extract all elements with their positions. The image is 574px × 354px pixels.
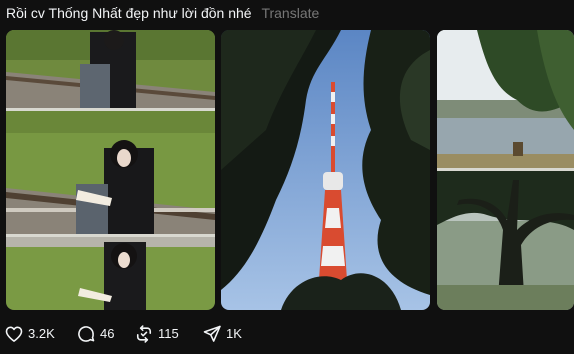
- heart-icon: [5, 326, 23, 342]
- like-button[interactable]: 3.2K: [4, 322, 55, 346]
- repost-icon: [136, 325, 152, 343]
- comment-count: 46: [100, 326, 115, 341]
- like-count: 3.2K: [28, 326, 55, 341]
- send-icon: [203, 325, 221, 342]
- post-caption: Rồi cv Thống Nhất đẹp như lời đồn nhé Tr…: [6, 4, 319, 22]
- photo-lake-and-trees[interactable]: [437, 30, 574, 310]
- repost-button[interactable]: 115: [134, 322, 179, 346]
- share-count: 1K: [226, 326, 242, 341]
- comment-icon: [78, 326, 95, 342]
- translate-link[interactable]: Translate: [261, 5, 319, 21]
- photo-tv-tower-through-trees[interactable]: [221, 30, 430, 310]
- repost-count: 115: [158, 326, 179, 341]
- caption-text: Rồi cv Thống Nhất đẹp như lời đồn nhé: [6, 5, 252, 21]
- post-actions: 3.2K 46 115 1K: [0, 322, 574, 346]
- photo-girl-reading-by-railway[interactable]: [6, 30, 215, 310]
- photo-tv-tower-image: [221, 30, 430, 310]
- comment-button[interactable]: 46: [76, 322, 114, 346]
- photo-lake-image: [437, 30, 574, 310]
- photo-carousel[interactable]: [0, 29, 574, 312]
- share-button[interactable]: 1K: [202, 322, 242, 346]
- photo-girl-reading-image: [6, 30, 215, 310]
